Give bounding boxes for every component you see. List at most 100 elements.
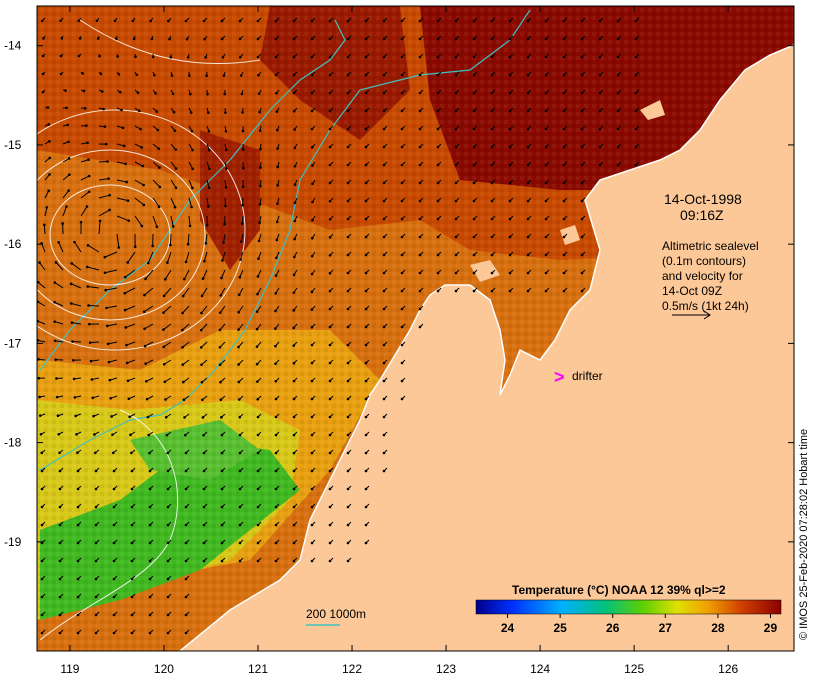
velocity-vector-head [145,380,148,383]
velocity-vector-head [169,55,173,59]
velocity-vector-head [508,55,512,59]
velocity-vector-head [292,37,296,41]
velocity-vector-head [238,487,242,491]
velocity-vector-head [86,141,89,145]
velocity-vector-head [58,487,62,491]
velocity-vector-head [346,397,350,401]
velocity-vector-head [364,379,368,383]
velocity-vector-head [129,433,132,437]
colorbar [475,599,782,615]
velocity-vector-head [58,613,62,617]
velocity-vector-head [40,613,44,617]
velocity-vector-head [184,559,188,563]
velocity-vector-head [293,201,297,205]
velocity-vector-head [93,451,97,455]
velocity-vector-head [124,326,128,329]
velocity-vector [169,233,172,246]
velocity-vector-head [39,432,43,436]
velocity-vector-head [184,505,188,509]
velocity-vector-head [86,244,90,247]
velocity-vector-head [57,241,60,244]
velocity-vector-head [346,19,350,23]
velocity-vector-head [310,541,314,545]
velocity-vector-head [382,343,386,347]
velocity-vector-head [508,253,512,257]
velocity-vector-head [634,127,638,131]
velocity-vector-head [164,398,167,401]
velocity-vector-head [472,235,476,239]
velocity-vector-head [126,199,130,202]
velocity-vector-head [508,73,512,77]
velocity-vector-head [436,37,440,41]
velocity-vector-head [183,277,186,281]
velocity-vector-head [292,541,296,545]
velocity-vector-head [258,129,262,132]
velocity-vector-head [275,220,279,224]
velocity-vector-head [490,37,494,41]
velocity-vector-head [616,19,620,23]
velocity-vector-head [189,111,193,114]
velocity-vector-head [328,254,332,257]
velocity-vector-head [508,127,512,131]
velocity-vector-head [256,397,260,401]
velocity-vector-head [125,361,129,365]
velocity-vector-head [328,325,332,329]
velocity-vector-head [147,433,150,437]
velocity-vector-head [436,181,440,185]
velocity-vector-head [328,379,332,383]
velocity-vector-head [562,19,566,23]
velocity-vector-head [207,111,210,114]
velocity-vector-head [436,199,440,203]
velocity-vector-head [274,469,278,473]
velocity-vector-head [105,306,108,310]
velocity-vector-head [310,73,314,77]
velocity-vector-head [238,451,242,455]
velocity-vector-head [526,235,530,239]
velocity-vector-head [328,289,332,293]
velocity-vector-head [634,91,638,95]
velocity-vector-head [182,380,185,384]
velocity-vector-head [311,164,314,167]
velocity-vector-head [85,265,89,269]
velocity-vector-head [117,246,121,249]
velocity-vector-head [53,281,57,284]
velocity-vector-head [490,253,494,257]
velocity-vector-head [526,127,530,131]
velocity-vector-head [328,109,332,113]
velocity-vector-head [166,577,170,581]
velocity-vector-head [580,271,584,275]
velocity-vector-head [364,397,368,401]
velocity-vector-head [173,205,177,209]
velocity-vector-head [580,127,584,131]
velocity-vector-head [202,469,206,473]
velocity-vector-head [202,559,206,563]
velocity-vector-head [400,361,404,365]
velocity-vector-head [40,469,44,473]
velocity-vector-head [364,253,368,257]
velocity-vector-head [170,74,174,77]
velocity-vector-head [274,559,278,563]
velocity-vector-head [190,129,194,133]
velocity-vector-head [94,613,98,617]
velocity-vector-head [364,541,368,545]
velocity-vector-head [562,235,566,239]
velocity-vector-head [40,631,44,635]
velocity-vector-head [526,271,530,275]
velocity-vector-head [562,73,566,77]
velocity-vector-head [562,217,566,221]
drifter-label: drifter [572,369,603,383]
velocity-vector-head [87,174,91,178]
velocity-vector-head [190,205,193,209]
velocity-vector-head [598,127,602,131]
desc-line-2: (0.1m contours) [662,254,746,268]
velocity-vector-head [544,289,548,293]
velocity-vector-head [238,37,242,41]
velocity-vector-head [382,163,386,167]
velocity-vector-head [106,160,109,163]
velocity-vector-head [203,37,206,41]
velocity-vector-head [256,433,260,437]
velocity-vector-head [634,19,638,23]
velocity-vector-head [58,595,62,599]
velocity-vector-head [64,89,67,92]
velocity-vector-head [310,379,314,383]
